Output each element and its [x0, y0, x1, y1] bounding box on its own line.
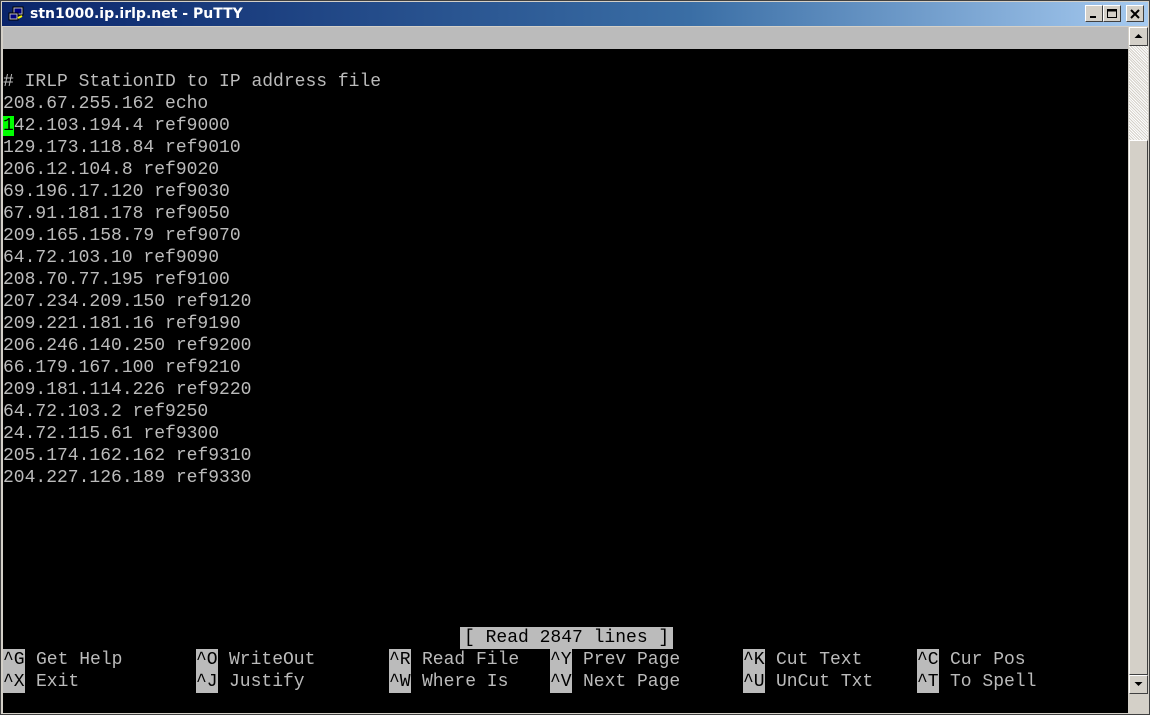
title-bar[interactable]: stn1000.ip.irlp.net - PuTTY	[2, 2, 1148, 26]
text-line-cursor[interactable]: 142.103.194.4 ref9000	[3, 115, 1128, 137]
text-line[interactable]: 206.12.104.8 ref9020	[3, 159, 1128, 181]
shortcut-key-get-help[interactable]: ^G	[3, 649, 25, 671]
text-line[interactable]: 208.70.77.195 ref9100	[3, 269, 1128, 291]
shortcut-label-uncut-txt: UnCut Txt	[776, 672, 874, 692]
text-line[interactable]: 67.91.181.178 ref9050	[3, 203, 1128, 225]
shortcut-key-where-is[interactable]: ^W	[389, 671, 411, 693]
maximize-icon	[1107, 9, 1117, 18]
shortcut-label-read-file: Read File	[422, 650, 520, 670]
shortcut-label-next-page: Next Page	[583, 672, 681, 692]
minimize-button[interactable]	[1085, 5, 1103, 22]
text-line[interactable]: 129.173.118.84 ref9010	[3, 137, 1128, 159]
close-button[interactable]	[1126, 5, 1144, 22]
scroll-down-button[interactable]	[1129, 675, 1148, 694]
shortcut-key-uncut-txt[interactable]: ^U	[743, 671, 765, 693]
text-line[interactable]: 209.181.114.226 ref9220	[3, 379, 1128, 401]
maximize-button[interactable]	[1103, 5, 1121, 22]
text-line[interactable]: 64.72.103.10 ref9090	[3, 247, 1128, 269]
text-line[interactable]: 207.234.209.150 ref9120	[3, 291, 1128, 313]
close-icon	[1130, 9, 1140, 19]
text-line[interactable]: 208.67.255.162 echo	[3, 93, 1128, 115]
window-title: stn1000.ip.irlp.net - PuTTY	[30, 6, 243, 22]
shortcut-key-exit[interactable]: ^X	[3, 671, 25, 693]
shortcut-label-cut-text: Cut Text	[776, 650, 863, 670]
scrollbar-thumb[interactable]	[1129, 140, 1148, 675]
terminal-screen[interactable]: nano 0.9.21 File: /home/irlp/custom/host…	[3, 27, 1128, 713]
text-line-blank[interactable]	[3, 49, 1128, 71]
text-line[interactable]: 69.196.17.120 ref9030	[3, 181, 1128, 203]
shortcut-label-writeout: WriteOut	[229, 650, 316, 670]
text-line-rest: 42.103.194.4 ref9000	[13, 116, 230, 136]
arrow-up-icon	[1134, 34, 1143, 38]
shortcut-key-justify[interactable]: ^J	[196, 671, 218, 693]
shortcut-key-prev-page[interactable]: ^Y	[550, 649, 572, 671]
shortcut-key-next-page[interactable]: ^V	[550, 671, 572, 693]
putty-window: stn1000.ip.irlp.net - PuTTY nano 0.9.21 …	[0, 0, 1150, 715]
arrow-down-icon	[1134, 682, 1143, 686]
text-line[interactable]: 209.221.181.16 ref9190	[3, 313, 1128, 335]
shortcut-label-get-help: Get Help	[36, 650, 123, 670]
shortcut-label-prev-page: Prev Page	[583, 650, 681, 670]
text-line[interactable]: 24.72.115.61 ref9300	[3, 423, 1128, 445]
shortcut-key-writeout[interactable]: ^O	[196, 649, 218, 671]
shortcut-key-cut-text[interactable]: ^K	[743, 649, 765, 671]
text-line[interactable]: 204.227.126.189 ref9330	[3, 467, 1128, 489]
text-line[interactable]: 206.246.140.250 ref9200	[3, 335, 1128, 357]
shortcut-label-to-spell: To Spell	[950, 672, 1037, 692]
nano-header-bar: nano 0.9.21 File: /home/irlp/custom/host…	[3, 27, 1128, 114]
text-cursor: 1	[3, 116, 14, 136]
shortcut-label-cur-pos: Cur Pos	[950, 650, 1026, 670]
text-line[interactable]: 66.179.167.100 ref9210	[3, 357, 1128, 379]
shortcut-key-read-file[interactable]: ^R	[389, 649, 411, 671]
putty-icon[interactable]	[8, 6, 24, 22]
shortcut-label-exit: Exit	[36, 672, 80, 692]
shortcut-label-where-is: Where Is	[422, 672, 509, 692]
nano-status-message: [ Read 2847 lines ]	[460, 627, 674, 649]
text-line[interactable]: 209.165.158.79 ref9070	[3, 225, 1128, 247]
vertical-scrollbar[interactable]	[1129, 27, 1148, 713]
text-line[interactable]: 64.72.103.2 ref9250	[3, 401, 1128, 423]
scrollbar-track[interactable]	[1129, 46, 1148, 140]
shortcut-key-cur-pos[interactable]: ^C	[917, 649, 939, 671]
text-line[interactable]: 205.174.162.162 ref9310	[3, 445, 1128, 467]
shortcut-key-to-spell[interactable]: ^T	[917, 671, 939, 693]
minimize-icon	[1090, 16, 1096, 18]
scroll-up-button[interactable]	[1129, 27, 1148, 46]
shortcut-label-justify: Justify	[229, 672, 305, 692]
text-line-comment[interactable]: # IRLP StationID to IP address file	[3, 71, 1128, 93]
